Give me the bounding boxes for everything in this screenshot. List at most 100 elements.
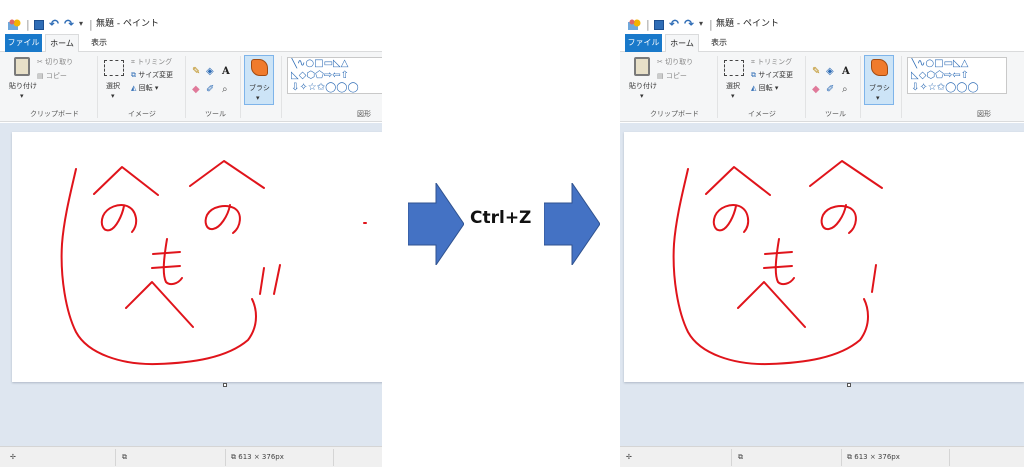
move-icon: ✢ (10, 453, 16, 461)
tab-view[interactable]: 表示 (705, 34, 733, 52)
rotate-button[interactable]: ◭ 回転 ▾ (751, 84, 778, 93)
tab-file[interactable]: ファイル (5, 34, 42, 52)
undo-icon[interactable]: ↶ (669, 17, 679, 31)
pencil-icon[interactable]: ✎ (812, 66, 820, 78)
selection-icon[interactable] (724, 60, 744, 76)
select-dropdown-icon[interactable]: ▾ (111, 92, 115, 101)
group-divider (805, 56, 806, 118)
crop-label: トリミング (757, 58, 793, 66)
paste-icon[interactable] (14, 57, 30, 76)
shapes-group-label: 図形 (977, 110, 991, 118)
cut-button[interactable]: ✂ 切り取り (37, 58, 73, 67)
select-button[interactable]: 選択 (106, 82, 120, 91)
color-picker-icon[interactable]: ✐ (826, 84, 834, 96)
crop-label: トリミング (137, 58, 173, 66)
paint-app-icon (8, 19, 21, 30)
crop-icon: ⌗ (751, 58, 755, 66)
tab-home[interactable]: ホーム (45, 34, 79, 53)
resize-label: サイズ変更 (758, 71, 794, 79)
tab-home[interactable]: ホーム (665, 34, 699, 53)
crop-button[interactable]: ⌗ トリミング (131, 58, 172, 67)
text-icon[interactable]: A (842, 66, 850, 78)
redo-icon[interactable]: ↷ (64, 17, 74, 31)
clipboard-group-label: クリップボード (650, 110, 699, 118)
customize-quick-access-icon[interactable]: ▾ (79, 17, 83, 31)
move-icon: ✢ (626, 453, 632, 461)
brush-button[interactable]: ブラシ ▾ (244, 55, 274, 105)
ribbon: 貼り付け ▾ ✂ 切り取り ▤ コピー クリップボード 選択 ▾ ⌗ トリミング… (620, 52, 1024, 122)
resize-button[interactable]: ⧉ サイズ変更 (131, 71, 173, 80)
group-divider (185, 56, 186, 118)
paste-dropdown-icon[interactable]: ▾ (20, 92, 24, 101)
canvas-area (0, 123, 382, 446)
copy-icon: ▤ (37, 72, 44, 80)
rotate-button[interactable]: ◭ 回転 ▾ (131, 84, 158, 93)
tab-view[interactable]: 表示 (85, 34, 113, 52)
resize-button[interactable]: ⧉ サイズ変更 (751, 71, 793, 80)
paste-button[interactable]: 貼り付け (9, 82, 37, 91)
shapes-gallery[interactable]: ╲∿○□▭◺△ ◺◇⬡⬠⇨⇦⇧ ⇩✧☆✩◯◯◯ (907, 57, 1007, 94)
group-divider (240, 56, 241, 118)
customize-quick-access-icon[interactable]: ▾ (699, 17, 703, 31)
eraser-icon[interactable]: ◆ (812, 84, 820, 96)
canvas-size: ⧉ 613 × 376px (847, 451, 900, 463)
color-picker-icon[interactable]: ✐ (206, 84, 214, 96)
brush-label: ブラシ (869, 84, 890, 92)
paste-button[interactable]: 貼り付け (629, 82, 657, 91)
select-dropdown-icon[interactable]: ▾ (731, 92, 735, 101)
brush-icon (251, 59, 268, 76)
title-bar: | ↶ ↷ ▾ | 無題 - ペイント (0, 0, 382, 34)
brush-button[interactable]: ブラシ ▾ (864, 55, 894, 105)
pencil-icon[interactable]: ✎ (192, 66, 200, 78)
status-divider (115, 449, 116, 466)
arrow-right-icon (408, 183, 464, 265)
drawing-canvas[interactable] (12, 132, 382, 382)
resize-handle[interactable] (223, 383, 227, 387)
status-divider (841, 449, 842, 466)
paste-icon[interactable] (634, 57, 650, 76)
cut-label: 切り取り (45, 58, 74, 66)
fill-icon[interactable]: ◈ (826, 66, 834, 78)
eraser-icon[interactable]: ◆ (192, 84, 200, 96)
arrow-right-icon (544, 183, 600, 265)
shapes-gallery[interactable]: ╲∿○□▭◺△ ◺◇⬡⬠⇨⇦⇧ ⇩✧☆✩◯◯◯ (287, 57, 382, 94)
canvas-size-label: 613 × 376px (854, 453, 900, 461)
face-drawing (672, 160, 883, 366)
shapes-group-label: 図形 (357, 110, 371, 118)
tab-file[interactable]: ファイル (625, 34, 662, 52)
cut-icon: ✂ (657, 58, 663, 66)
window-title: 無題 - ペイント (96, 19, 159, 29)
text-icon[interactable]: A (222, 66, 230, 78)
undo-icon[interactable]: ↶ (49, 17, 59, 31)
copy-icon: ▤ (657, 72, 664, 80)
status-bar: ✢ ⧉ ⧉ 613 × 376px (0, 446, 382, 467)
resize-handle[interactable] (847, 383, 851, 387)
redo-icon[interactable]: ↷ (684, 17, 694, 31)
fill-icon[interactable]: ◈ (206, 66, 214, 78)
save-icon[interactable] (654, 20, 664, 30)
copy-button[interactable]: ▤ コピー (657, 72, 687, 81)
canvas-size-icon: ⧉ (231, 453, 236, 461)
ribbon-tabs: ファイル ホーム 表示 (620, 34, 1024, 53)
tools-group-label: ツール (205, 110, 226, 118)
image-group-label: イメージ (748, 110, 776, 118)
copy-button[interactable]: ▤ コピー (37, 72, 67, 81)
brush-icon (871, 59, 888, 76)
ribbon: 貼り付け ▾ ✂ 切り取り ▤ コピー クリップボード 選択 ▾ ⌗ トリミング… (0, 52, 382, 122)
magnifier-icon[interactable]: ⌕ (842, 84, 848, 96)
cut-button[interactable]: ✂ 切り取り (657, 58, 693, 67)
separator: | (26, 18, 30, 31)
drawing-canvas[interactable] (624, 132, 1024, 382)
canvas-size-icon: ⧉ (847, 453, 852, 461)
paste-dropdown-icon[interactable]: ▾ (640, 92, 644, 101)
magnifier-icon[interactable]: ⌕ (222, 84, 228, 96)
selection-icon[interactable] (104, 60, 124, 76)
save-icon[interactable] (34, 20, 44, 30)
select-button[interactable]: 選択 (726, 82, 740, 91)
resize-icon: ⧉ (751, 71, 756, 79)
tools-group-label: ツール (825, 110, 846, 118)
group-divider (717, 56, 718, 118)
separator: | (89, 18, 93, 31)
group-divider (901, 56, 902, 118)
crop-button[interactable]: ⌗ トリミング (751, 58, 792, 67)
